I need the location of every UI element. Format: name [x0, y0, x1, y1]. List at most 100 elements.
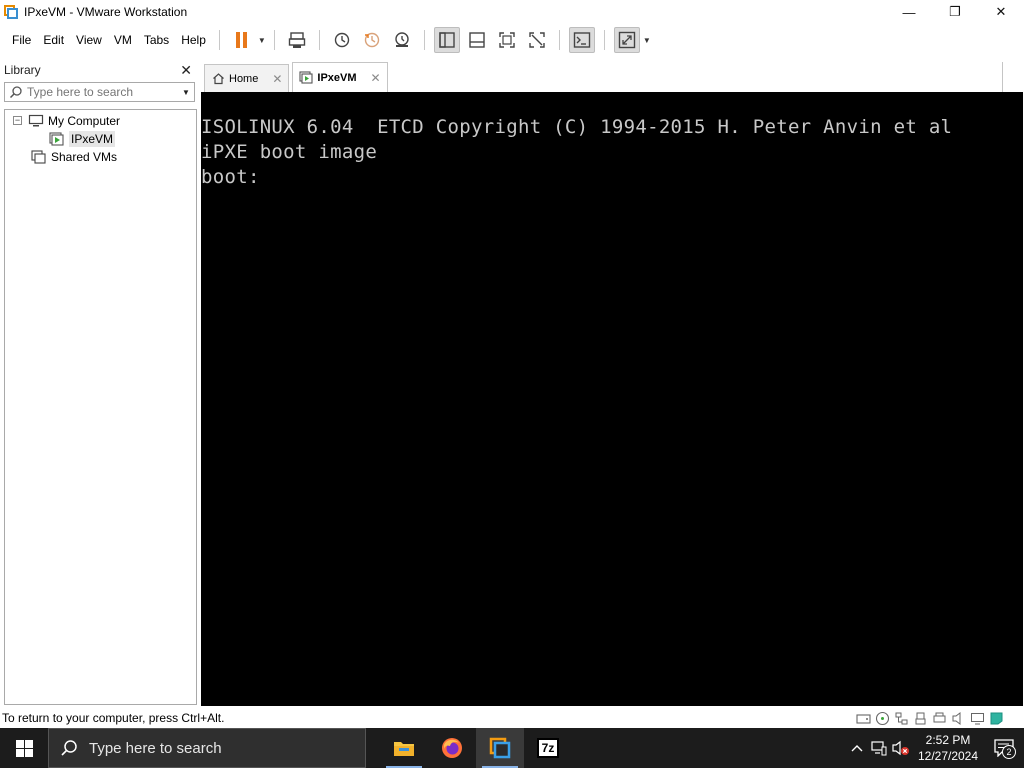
library-search-input[interactable]: [27, 85, 167, 99]
network-icon[interactable]: [868, 728, 890, 768]
snapshot-manager-button[interactable]: [389, 27, 415, 53]
7zip-icon: 7z: [537, 738, 559, 758]
notification-center-button[interactable]: 2: [984, 728, 1024, 768]
search-icon: [49, 739, 89, 757]
thumbnail-bar-button[interactable]: [464, 27, 490, 53]
snapshot-icon: [334, 32, 350, 48]
status-message: To return to your computer, press Ctrl+A…: [2, 711, 225, 725]
search-icon: [5, 85, 27, 99]
tree-item-label: My Computer: [48, 113, 121, 128]
pause-icon: [236, 32, 248, 48]
taskbar-vmware-workstation[interactable]: [476, 728, 524, 768]
taskbar-firefox[interactable]: [428, 728, 476, 768]
tree-item-ipxevm[interactable]: IPxeVM: [49, 130, 116, 147]
tab-label: Home: [229, 72, 259, 85]
chevron-up-icon: [851, 745, 863, 752]
thumbnail-bar-icon: [469, 32, 485, 48]
toolbar-separator: [218, 30, 220, 50]
close-button[interactable]: ✕: [978, 0, 1024, 24]
cd-dvd-icon[interactable]: [874, 710, 890, 726]
tab-bar: Home ✕ IPxeVM ✕: [201, 62, 1024, 92]
tab-label: IPxeVM: [317, 71, 357, 84]
menu-edit[interactable]: Edit: [37, 25, 70, 55]
taskbar-file-explorer[interactable]: [380, 728, 428, 768]
library-close-button[interactable]: ✕: [180, 62, 192, 79]
tree-item-shared-vms[interactable]: Shared VMs: [31, 148, 117, 165]
sound-card-icon[interactable]: [950, 710, 966, 726]
status-bar: To return to your computer, press Ctrl+A…: [0, 708, 1024, 728]
collapse-toggle[interactable]: −: [13, 116, 22, 125]
tab-ipxevm[interactable]: IPxeVM ✕: [292, 62, 388, 92]
7zip-label: 7z: [541, 741, 555, 755]
vmware-workstation-icon: [489, 737, 511, 759]
console-line: ISOLINUX 6.04 ETCD Copyright (C) 1994-20…: [201, 116, 953, 138]
fullscreen-button[interactable]: [494, 27, 520, 53]
unity-icon: [529, 32, 545, 48]
taskbar-search-text: Type here to search: [89, 739, 222, 757]
stretch-dropdown-button[interactable]: ▼: [642, 36, 652, 45]
network-adapter-icon[interactable]: [893, 710, 909, 726]
show-library-button[interactable]: [433, 27, 460, 53]
vm-console[interactable]: ISOLINUX 6.04 ETCD Copyright (C) 1994-20…: [201, 92, 1023, 706]
title-bar: IPxeVM - VMware Workstation — ❐ ✕: [0, 0, 1024, 24]
console-view-icon: [573, 32, 591, 48]
library-tree: − My Computer IPxeVM Shared VMs: [4, 109, 197, 705]
toolbar-separator: [603, 30, 605, 50]
revert-snapshot-button[interactable]: [359, 27, 385, 53]
minimize-button[interactable]: —: [886, 0, 932, 24]
snapshot-button[interactable]: [329, 27, 355, 53]
menu-toolbar: File Edit View VM Tabs Help ▼ ▼: [0, 25, 1024, 55]
tab-close-button[interactable]: ✕: [371, 71, 381, 85]
start-button[interactable]: [0, 728, 48, 768]
pause-button[interactable]: [229, 27, 255, 53]
system-tray: 2:52 PM 12/27/2024 2: [846, 728, 1024, 768]
display-icon[interactable]: [969, 710, 985, 726]
send-ctrl-alt-del-icon: [288, 32, 306, 48]
firefox-icon: [442, 738, 462, 758]
vm-running-icon: [49, 131, 65, 146]
tree-item-label: IPxeVM: [69, 130, 116, 147]
volume-muted-icon[interactable]: [890, 728, 912, 768]
library-search-box[interactable]: ▼: [4, 82, 195, 102]
power-dropdown-button[interactable]: ▼: [257, 36, 267, 45]
message-log-icon[interactable]: [988, 710, 1004, 726]
console-line: boot:: [201, 166, 260, 188]
taskbar-7zip[interactable]: 7z: [524, 728, 572, 768]
taskbar-search-box[interactable]: Type here to search: [48, 728, 366, 768]
library-title: Library: [4, 63, 41, 77]
clock-time: 2:52 PM: [925, 733, 971, 747]
printer-icon[interactable]: [931, 710, 947, 726]
windows-logo-icon: [15, 739, 33, 757]
tab-close-button[interactable]: ✕: [272, 72, 282, 86]
window-title: IPxeVM - VMware Workstation: [24, 5, 188, 19]
menu-tabs[interactable]: Tabs: [138, 25, 175, 55]
toolbar-separator: [423, 30, 425, 50]
menu-vm[interactable]: VM: [108, 25, 138, 55]
revert-snapshot-icon: [364, 32, 380, 48]
toolbar-separator: [273, 30, 275, 50]
unity-button[interactable]: [524, 27, 550, 53]
clock[interactable]: 2:52 PM 12/27/2024: [912, 732, 984, 764]
toolbar-separator: [318, 30, 320, 50]
file-explorer-icon: [394, 742, 414, 756]
tab-scroll-area: [1002, 62, 1020, 92]
hard-disk-icon[interactable]: [855, 710, 871, 726]
send-ctrl-alt-del-button[interactable]: [284, 27, 310, 53]
console-view-button[interactable]: [568, 27, 595, 53]
tree-item-my-computer[interactable]: − My Computer: [13, 112, 120, 129]
menu-help[interactable]: Help: [175, 25, 212, 55]
library-search-dropdown[interactable]: ▼: [178, 88, 194, 97]
show-hidden-icons-button[interactable]: [846, 728, 868, 768]
menu-file[interactable]: File: [6, 25, 37, 55]
clock-date: 12/27/2024: [917, 749, 979, 763]
menu-view[interactable]: View: [70, 25, 108, 55]
computer-icon: [28, 114, 44, 128]
usb-device-icon[interactable]: [912, 710, 928, 726]
stretch-guest-button[interactable]: [613, 27, 640, 53]
maximize-button[interactable]: ❐: [932, 0, 978, 24]
stretch-guest-icon: [618, 31, 636, 49]
tree-item-label: Shared VMs: [51, 149, 118, 164]
vm-running-icon: [299, 71, 313, 85]
show-library-icon: [439, 32, 455, 48]
tab-home[interactable]: Home ✕: [204, 64, 290, 92]
